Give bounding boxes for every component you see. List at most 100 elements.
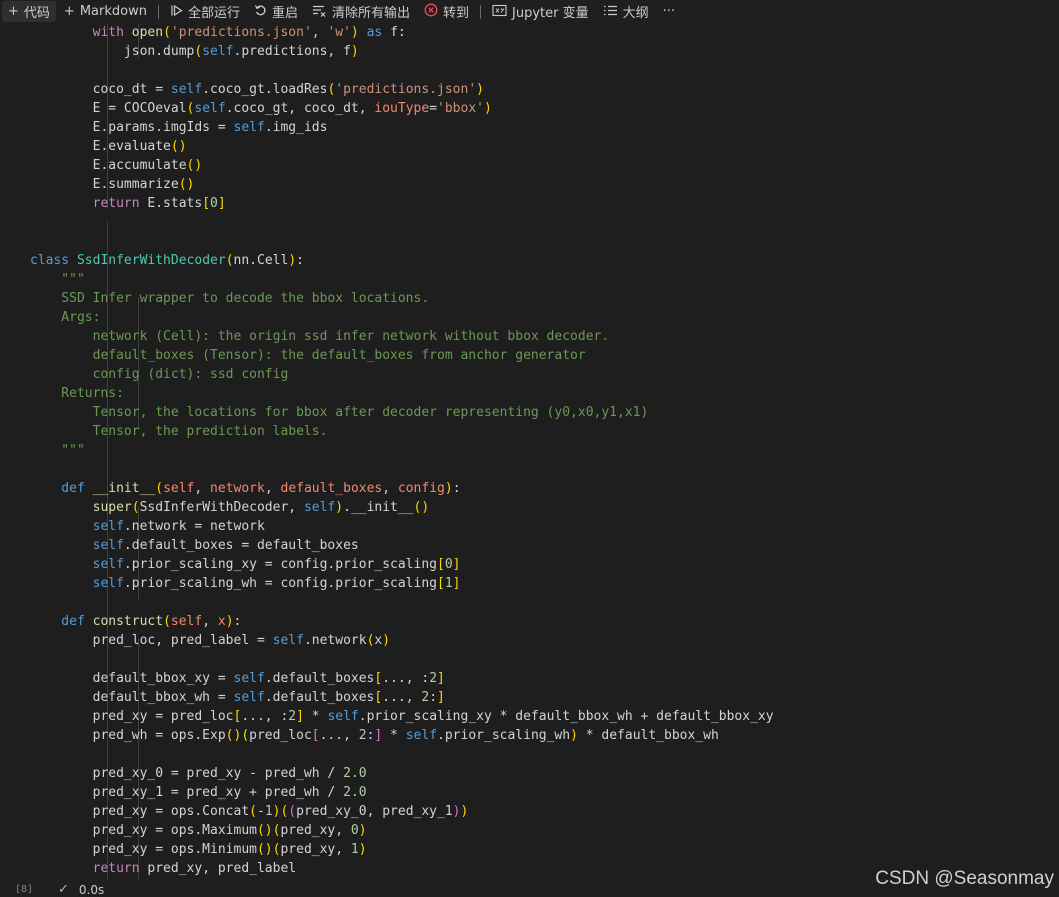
code-token: ) — [350, 25, 359, 40]
run-all-button[interactable]: 全部运行 — [164, 1, 246, 22]
code-token: ) — [460, 804, 469, 819]
code-line: E.evaluate() — [30, 137, 774, 156]
code-token: 'w' — [327, 25, 351, 40]
code-token: self — [194, 101, 226, 116]
code-token: ( — [131, 500, 140, 515]
code-line: """ — [30, 270, 774, 289]
code-token: E = COCOeval — [30, 101, 187, 116]
code-line: default_bbox_xy = self.default_boxes[...… — [30, 669, 774, 688]
code-token: , — [382, 481, 398, 496]
code-token: pred_xy_1 = pred_xy + pred_wh / — [30, 785, 344, 800]
code-cell-editor[interactable]: with open('predictions.json', 'w') as f:… — [30, 23, 1059, 879]
code-token: 1 — [444, 576, 453, 591]
code-token: SsdInferWithDecoder, — [139, 500, 304, 515]
code-token: 2 — [421, 690, 430, 705]
code-token: E.summarize — [30, 177, 179, 192]
more-actions-button[interactable]: ··· — [657, 1, 681, 22]
code-token: Returns: — [30, 386, 124, 401]
goto-button[interactable]: 转到 — [418, 1, 475, 22]
code-token: Args: — [30, 310, 101, 325]
code-token: .default_boxes — [264, 690, 375, 705]
code-token: , — [264, 481, 281, 496]
code-token: ..., — [319, 728, 359, 743]
error-circle-icon — [424, 3, 438, 20]
code-token: () — [413, 500, 430, 515]
code-token: ) — [225, 614, 234, 629]
plus-icon: + — [8, 4, 19, 19]
code-line: def __init__(self, network, default_boxe… — [30, 479, 774, 498]
code-token: - — [256, 804, 265, 819]
execution-count: [8] — [15, 884, 34, 895]
code-token: .network — [303, 633, 367, 648]
code-token: ( — [155, 481, 164, 496]
code-token: : — [233, 614, 242, 629]
code-token: [ — [202, 196, 211, 211]
code-token: ( — [225, 253, 234, 268]
jupyter-variables-button[interactable]: Jupyter 变量 — [486, 1, 595, 22]
code-line: Returns: — [30, 384, 774, 403]
watermark: CSDN @Seasonmay — [875, 868, 1054, 889]
code-line: pred_xy = pred_loc[..., :2] * self.prior… — [30, 707, 774, 726]
code-token: .img_ids — [264, 120, 328, 135]
code-token: ..., — [382, 690, 422, 705]
code-token: , — [194, 481, 211, 496]
code-token: default_boxes — [280, 481, 383, 496]
code-line: E.accumulate() — [30, 156, 774, 175]
code-token: ) — [382, 633, 391, 648]
code-token: pred_wh = ops.Exp — [30, 728, 226, 743]
code-token: .__init__ — [343, 500, 414, 515]
code-token: as — [358, 25, 391, 40]
goto-label: 转到 — [443, 6, 470, 21]
code-token: """ — [30, 443, 85, 458]
more-icon: ··· — [662, 4, 676, 19]
code-token: """ — [30, 272, 85, 287]
code-token: ( — [288, 804, 297, 819]
code-token: ] — [437, 690, 445, 705]
code-token: Tensor, the locations for bbox after dec… — [30, 405, 649, 420]
code-line: with open('predictions.json', 'w') as f: — [30, 23, 774, 42]
code-line: json.dump(self.predictions, f) — [30, 42, 774, 61]
success-check-icon: ✓ — [58, 882, 69, 897]
code-token: def — [30, 614, 93, 629]
code-token: .coco_gt.loadRes — [202, 82, 328, 97]
code-token: E.evaluate — [30, 139, 171, 154]
add-code-cell-button[interactable]: + 代码 — [2, 1, 56, 22]
code-line: E = COCOeval(self.coco_gt, coco_dt, iouT… — [30, 99, 774, 118]
code-line: return pred_xy, pred_label — [30, 859, 774, 878]
code-token: 'bbox' — [437, 101, 484, 116]
code-token: with — [30, 25, 132, 40]
code-token: ) — [476, 82, 484, 97]
variables-label: Jupyter 变量 — [512, 6, 589, 21]
restart-button[interactable]: 重启 — [248, 1, 304, 22]
add-markdown-cell-button[interactable]: + Markdown — [58, 1, 153, 22]
code-token: ( — [163, 25, 171, 40]
code-token: pred_xy = pred_loc — [30, 709, 234, 724]
code-token: () — [170, 139, 187, 154]
outline-button[interactable]: 大纲 — [597, 1, 655, 22]
code-token: * default_bbox_wh — [577, 728, 719, 743]
code-token: ] — [437, 671, 445, 686]
code-line: pred_wh = ops.Exp()(pred_loc[..., 2:] * … — [30, 726, 774, 745]
code-token: self — [327, 709, 359, 724]
code-token: class — [30, 253, 77, 268]
code-token: pred_xy = ops.Maximum — [30, 823, 257, 838]
code-line: def construct(self, x): — [30, 612, 774, 631]
code-line: default_boxes (Tensor): the default_boxe… — [30, 346, 774, 365]
code-token: : — [429, 690, 438, 705]
clear-all-outputs-button[interactable]: 清除所有输出 — [306, 1, 416, 22]
restart-label: 重启 — [271, 6, 298, 21]
code-line: class SsdInferWithDecoder(nn.Cell): — [30, 251, 774, 270]
code-token: ..., : — [241, 709, 289, 724]
code-token: 0 — [350, 823, 359, 838]
code-token: nn.Cell — [233, 253, 289, 268]
plus-icon: + — [63, 4, 75, 19]
code-line: return E.stats[0] — [30, 194, 774, 213]
clear-outputs-icon — [312, 4, 327, 20]
code-token: f: — [390, 25, 406, 40]
